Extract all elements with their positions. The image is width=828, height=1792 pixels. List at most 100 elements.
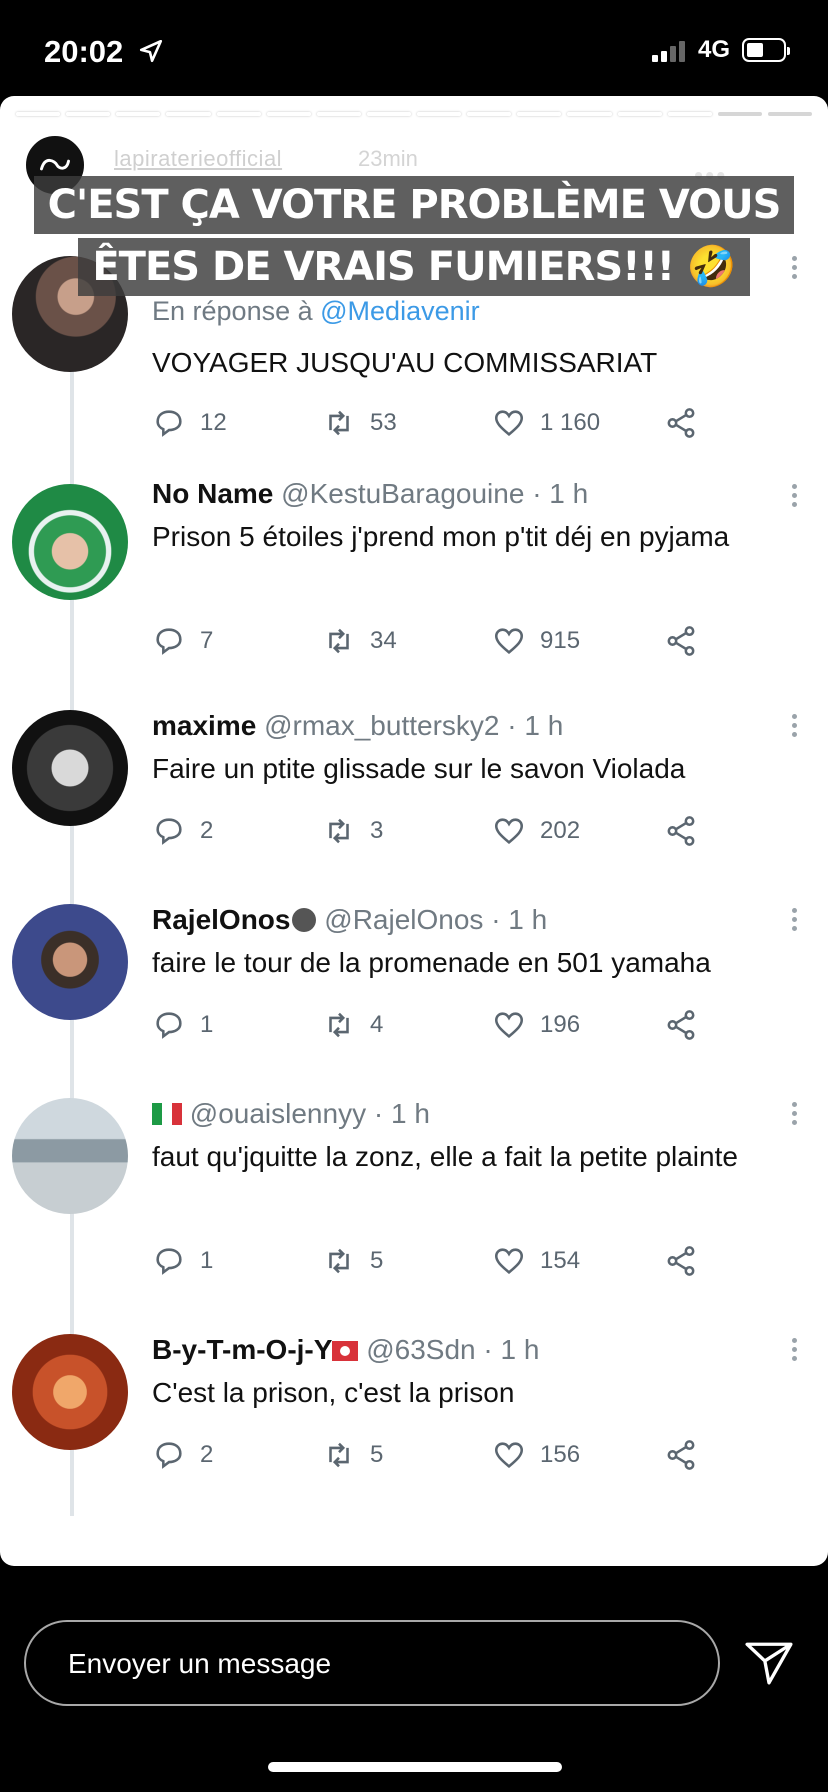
retweet-icon: [329, 1248, 349, 1274]
tweet-author-row: maxime @rmax_buttersky2 · 1 h: [152, 710, 563, 742]
display-name[interactable]: maxime: [152, 710, 256, 741]
retweet-icon: [329, 818, 349, 844]
like-count: 154: [540, 1247, 581, 1274]
tweet-actions: 1 4 196: [152, 1008, 712, 1048]
user-handle[interactable]: @rmax_buttersky2: [264, 710, 499, 741]
reply-count: 2: [200, 1441, 214, 1468]
retweet-button[interactable]: 5: [322, 1438, 383, 1472]
reply-icon: [156, 1248, 182, 1275]
avatar[interactable]: [12, 1098, 128, 1214]
like-button[interactable]: 915: [492, 624, 580, 658]
caption-line-1: C'EST ÇA VOTRE PROBLÈME VOUS: [33, 176, 795, 234]
send-message-placeholder: Envoyer un message: [68, 1648, 332, 1679]
like-button[interactable]: 156: [492, 1438, 580, 1472]
retweet-button[interactable]: 5: [322, 1244, 383, 1278]
display-name[interactable]: No Name: [152, 478, 273, 509]
tweet-actions: 12 53 1 160: [152, 406, 712, 446]
share-icon: [667, 626, 695, 656]
heart-icon: [494, 1442, 524, 1468]
tweet-more-icon[interactable]: [790, 1338, 798, 1368]
reply-icon: [156, 1012, 182, 1039]
like-button[interactable]: 196: [492, 1008, 580, 1042]
share-button[interactable]: [664, 1438, 698, 1472]
reply-button[interactable]: 1: [152, 1008, 213, 1042]
avatar[interactable]: [12, 710, 128, 826]
like-count: 196: [540, 1011, 581, 1038]
tweet-text: VOYAGER JUSQU'AU COMMISSARIAT: [152, 347, 658, 378]
like-count: 202: [540, 817, 581, 844]
story-username[interactable]: lapiraterieofficial: [114, 146, 282, 172]
like-button[interactable]: 202: [492, 814, 580, 848]
user-handle[interactable]: @ouaislennyy: [190, 1098, 366, 1129]
send-icon[interactable]: [744, 1640, 794, 1686]
status-time: 20:02: [44, 34, 124, 69]
home-indicator[interactable]: [268, 1762, 562, 1772]
retweet-button[interactable]: 4: [322, 1008, 383, 1042]
share-button[interactable]: [664, 406, 698, 440]
tweet-text: C'est la prison, c'est la prison: [152, 1377, 515, 1408]
retweet-button[interactable]: 53: [322, 406, 397, 440]
display-name[interactable]: RajelOnos: [152, 904, 290, 935]
avatar[interactable]: [12, 904, 128, 1020]
location-arrow-icon: [139, 39, 163, 63]
share-icon: [667, 408, 695, 438]
reply-count: 1: [200, 1247, 214, 1274]
reply-button[interactable]: 7: [152, 624, 213, 658]
tweet-actions: 7 34 915: [152, 624, 712, 664]
tweet-author-row: No Name @KestuBaragouine · 1 h: [152, 478, 588, 510]
avatar[interactable]: [12, 1334, 128, 1450]
reply-to-link[interactable]: @Mediavenir: [320, 296, 479, 326]
reply-button[interactable]: 2: [152, 814, 213, 848]
like-button[interactable]: 154: [492, 1244, 580, 1278]
reply-to-line: En réponse à @Mediavenir: [152, 296, 480, 326]
tweet-actions: 2 5 156: [152, 1438, 712, 1478]
battery-icon: [742, 38, 790, 62]
retweet-button[interactable]: 34: [322, 624, 397, 658]
retweet-icon: [329, 628, 349, 654]
retweet-count: 5: [370, 1441, 384, 1468]
heart-icon: [494, 1248, 524, 1274]
user-handle[interactable]: @63Sdn: [366, 1334, 475, 1365]
tweet-author-row: @ouaislennyy · 1 h: [152, 1098, 430, 1130]
tweet-more-icon[interactable]: [790, 1102, 798, 1132]
reply-icon: [156, 410, 182, 437]
heart-icon: [494, 628, 524, 654]
reply-icon: [156, 628, 182, 655]
tweet-text: faire le tour de la promenade en 501 yam…: [152, 947, 711, 978]
reply-button[interactable]: 12: [152, 406, 227, 440]
tweet-actions: 2 3 202: [152, 814, 712, 854]
share-icon: [667, 1440, 695, 1470]
share-button[interactable]: [664, 1008, 698, 1042]
italy-flag-icon: [152, 1103, 182, 1125]
display-name[interactable]: B-y-T-m-O-j-Y: [152, 1334, 332, 1365]
avatar[interactable]: [12, 484, 128, 600]
tweet-more-icon[interactable]: [790, 714, 798, 744]
reply-button[interactable]: 1: [152, 1244, 213, 1278]
reply-icon: [156, 1442, 182, 1469]
heart-icon: [494, 1012, 524, 1038]
reply-count: 2: [200, 817, 214, 844]
tweet-text: Prison 5 étoiles j'prend mon p'tit déj e…: [152, 521, 730, 552]
reply-button[interactable]: 2: [152, 1438, 213, 1472]
like-count: 915: [540, 627, 581, 654]
like-count: 1 160: [540, 409, 601, 436]
retweet-icon: [329, 1442, 349, 1468]
story-card[interactable]: lapiraterieofficial 23min ••• C'EST ÇA V…: [0, 96, 828, 1566]
story-progress-bar: [16, 112, 812, 116]
story-caption: C'EST ÇA VOTRE PROBLÈME VOUS ÊTES DE VRA…: [0, 176, 828, 300]
heart-icon: [494, 818, 524, 844]
tweet-time: · 1 h: [373, 1098, 430, 1129]
like-count: 156: [540, 1441, 581, 1468]
share-button[interactable]: [664, 1244, 698, 1278]
tweet-text: faut qu'jquitte la zonz, elle a fait la …: [152, 1141, 738, 1172]
retweet-button[interactable]: 3: [322, 814, 383, 848]
tweet-more-icon[interactable]: [790, 908, 798, 938]
like-button[interactable]: 1 160: [492, 406, 600, 440]
share-button[interactable]: [664, 814, 698, 848]
user-handle[interactable]: @RajelOnos: [324, 904, 483, 935]
share-button[interactable]: [664, 624, 698, 658]
user-handle[interactable]: @KestuBaragouine: [281, 478, 524, 509]
retweet-count: 5: [370, 1247, 384, 1274]
tweet-more-icon[interactable]: [790, 484, 798, 514]
send-message-input[interactable]: Envoyer un message: [24, 1620, 720, 1706]
